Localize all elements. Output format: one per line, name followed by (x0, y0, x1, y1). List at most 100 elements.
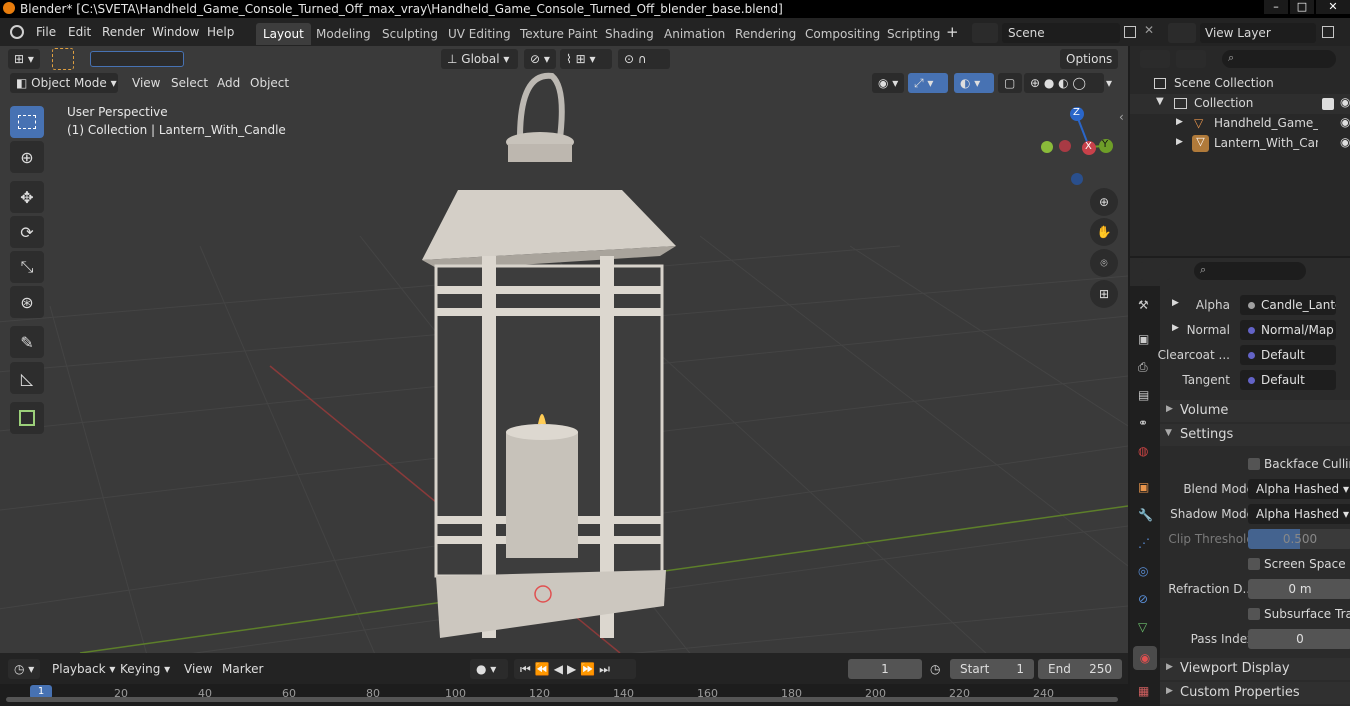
data-tab-icon[interactable]: ▽ (1138, 620, 1147, 634)
blend-mode-select[interactable]: Alpha Hashed ▾ (1248, 479, 1350, 499)
tab-compositing[interactable]: Compositing (798, 23, 887, 45)
playback-controls[interactable]: ⏮⏪◀▶⏩⏭ (514, 659, 636, 679)
menu-keying[interactable]: Keying ▾ (120, 659, 170, 679)
menu-marker[interactable]: Marker (222, 659, 263, 679)
outliner-row-item[interactable]: ▶ ▽ Handheld_Game_Cor ◉ (1130, 114, 1350, 134)
scene-name-field[interactable]: Scene (1002, 23, 1120, 43)
timeline-editor-type[interactable]: ◷ ▾ (8, 659, 40, 679)
transform-orientation-select[interactable]: ⊥ Global ▾ (441, 49, 518, 69)
alpha-field[interactable]: Candle_Lante... (1240, 295, 1336, 315)
close-button[interactable]: ✕ (1316, 0, 1350, 14)
eye-icon[interactable]: ◉ (1340, 95, 1350, 109)
view-layer-field[interactable]: View Layer (1200, 23, 1316, 43)
blender-menu-icon[interactable] (10, 25, 24, 39)
start-frame-field[interactable]: Start 1 (950, 659, 1034, 679)
end-frame-field[interactable]: End 250 (1038, 659, 1122, 679)
outliner-row-collection[interactable]: ▼ Collection ◉ (1130, 94, 1350, 114)
editor-type-button[interactable]: ⊞ ▾ (8, 49, 40, 69)
screen-space-refraction-checkbox[interactable] (1248, 558, 1260, 570)
navigation-gizmo[interactable]: Z Y X (1036, 104, 1118, 188)
minimize-button[interactable]: – (1264, 0, 1288, 14)
collection-checkbox[interactable] (1322, 98, 1334, 110)
tab-uv-editing[interactable]: UV Editing (441, 23, 518, 45)
object-mode-select[interactable]: ◧ Object Mode ▾ (10, 73, 118, 93)
outliner-display-mode[interactable] (1176, 50, 1206, 68)
viewport-display-panel-header[interactable]: ▶ Viewport Display (1160, 658, 1350, 680)
scene-remove-icon[interactable]: ✕ (1144, 23, 1154, 37)
refraction-depth-field[interactable]: 0 m (1248, 579, 1350, 599)
scale-tool[interactable]: ⤡ (10, 251, 44, 283)
render-tab-icon[interactable]: ▣ (1138, 332, 1149, 346)
expand-arrow-icon[interactable]: ▶ (1172, 298, 1179, 308)
shadow-mode-select[interactable]: Alpha Hashed ▾ (1248, 504, 1350, 524)
xray-toggle-button[interactable]: ▢ (998, 73, 1022, 93)
menu-object[interactable]: Object (250, 73, 289, 93)
tab-scripting[interactable]: Scripting (880, 23, 947, 45)
backface-culling-checkbox[interactable] (1248, 458, 1260, 470)
volume-panel-header[interactable]: ▶ Volume (1160, 400, 1350, 422)
normal-field[interactable]: Normal/Map (1240, 320, 1336, 340)
pan-view-button[interactable]: ✋ (1090, 218, 1118, 246)
view-layer-tab-icon[interactable]: ▤ (1138, 388, 1149, 402)
constraints-tab-icon[interactable]: ⊘ (1138, 592, 1148, 606)
object-tab-icon[interactable]: ▣ (1138, 480, 1149, 494)
zoom-view-button[interactable]: ⊕ (1090, 188, 1118, 216)
physics-tab-icon[interactable]: ◎ (1138, 564, 1148, 578)
sidebar-toggle-icon[interactable]: ‹ (1119, 110, 1124, 124)
annotate-tool[interactable]: ✎ (10, 326, 44, 358)
menu-file[interactable]: File (36, 25, 56, 39)
cursor-tool[interactable]: ⊕ (10, 141, 44, 173)
scene-tab-icon[interactable]: ⚭ (1138, 416, 1148, 430)
menu-render[interactable]: Render (102, 25, 145, 39)
clearcoat-field[interactable]: Default (1240, 345, 1336, 365)
options-button[interactable]: Options (1060, 49, 1119, 69)
tab-sculpting[interactable]: Sculpting (375, 23, 445, 45)
eye-icon[interactable]: ◉ (1340, 115, 1350, 129)
tab-rendering[interactable]: Rendering (728, 23, 803, 45)
scene-copy-icon[interactable] (1124, 26, 1136, 38)
gizmo-toggle-button[interactable]: ⤢ ▾ (908, 73, 948, 93)
settings-panel-header[interactable]: ▼ Settings (1160, 424, 1350, 446)
3d-viewport[interactable] (0, 46, 1128, 653)
overlays-toggle-button[interactable]: ◐ ▾ (954, 73, 994, 93)
clip-threshold-slider[interactable]: 0.500 (1248, 529, 1350, 549)
scene-selector-icon[interactable] (972, 23, 998, 43)
tab-shading[interactable]: Shading (598, 23, 661, 45)
custom-properties-panel-header[interactable]: ▶ Custom Properties (1160, 682, 1350, 704)
outliner-row-scene-collection[interactable]: Scene Collection (1130, 74, 1350, 94)
view-layer-icon[interactable] (1168, 23, 1196, 43)
tab-modeling[interactable]: Modeling (309, 23, 378, 45)
preview-range-icon[interactable]: ◷ (930, 659, 940, 679)
expand-arrow-icon[interactable]: ▶ (1172, 323, 1179, 333)
selection-mode-icons[interactable] (90, 51, 184, 67)
snap-toggle-button[interactable]: ⌇ ⊞ ▾ (560, 49, 612, 69)
world-tab-icon[interactable]: ◍ (1138, 444, 1148, 458)
modifier-tab-icon[interactable]: 🔧 (1138, 508, 1153, 522)
menu-select[interactable]: Select (171, 73, 208, 93)
outliner-row-item[interactable]: ▶ ▽ Lantern_With_Candle ◉ (1130, 134, 1350, 154)
pivot-point-button[interactable]: ⊘ ▾ (524, 49, 556, 69)
properties-editor-type[interactable] (1140, 262, 1170, 280)
outliner-editor-type[interactable] (1140, 50, 1170, 68)
eye-icon[interactable]: ◉ (1340, 135, 1350, 149)
menu-edit[interactable]: Edit (68, 25, 91, 39)
tab-layout[interactable]: Layout (256, 23, 311, 45)
proportional-edit-button[interactable]: ⊙ ∩ (618, 49, 670, 69)
tangent-field[interactable]: Default (1240, 370, 1336, 390)
particles-tab-icon[interactable]: ⋰ (1138, 536, 1150, 550)
transform-tool[interactable]: ⊛ (10, 286, 44, 318)
shading-dropdown-icon[interactable]: ▾ (1106, 73, 1112, 93)
rotate-tool[interactable]: ⟳ (10, 216, 44, 248)
menu-view[interactable]: View (132, 73, 160, 93)
measure-tool[interactable]: ◺ (10, 362, 44, 394)
pass-index-field[interactable]: 0 (1248, 629, 1350, 649)
maximize-button[interactable]: □ (1290, 0, 1314, 14)
select-box-tool[interactable] (10, 106, 44, 138)
texture-tab-icon[interactable]: ▦ (1138, 684, 1149, 698)
tool-select-icon[interactable] (52, 48, 74, 70)
add-cube-tool[interactable] (10, 402, 44, 434)
visibility-button[interactable]: ◉ ▾ (872, 73, 904, 93)
tab-animation[interactable]: Animation (657, 23, 732, 45)
current-frame-field[interactable]: 1 (848, 659, 922, 679)
move-tool[interactable]: ✥ (10, 181, 44, 213)
